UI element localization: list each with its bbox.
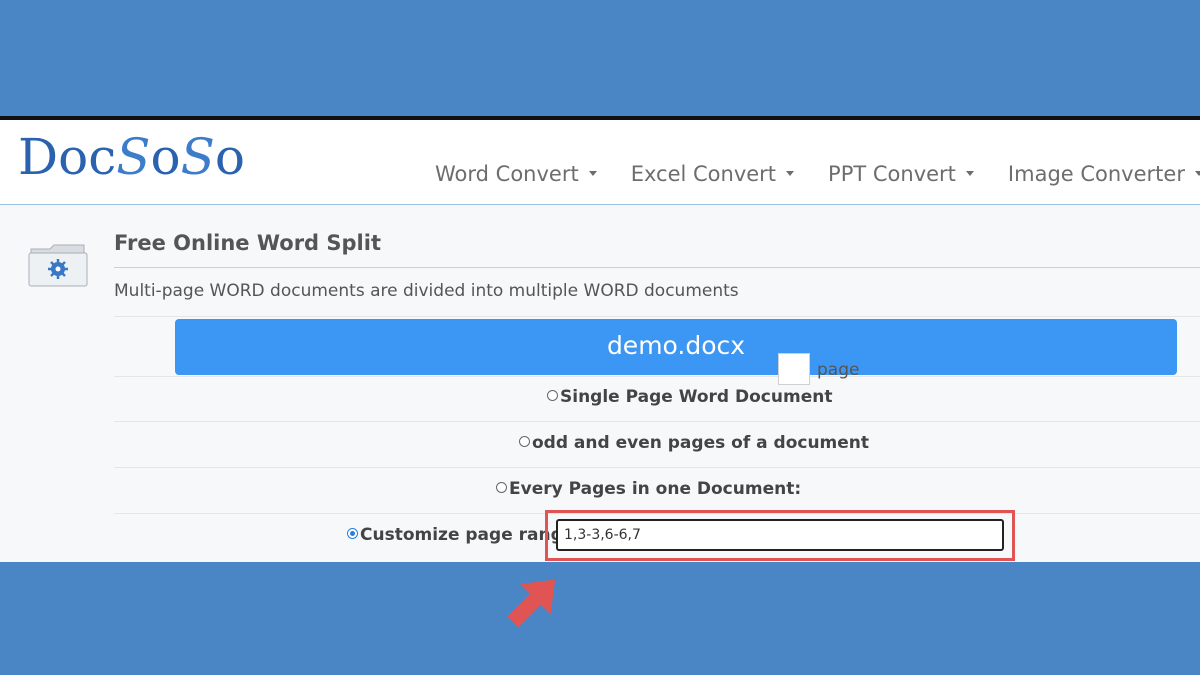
nav-label: Excel Convert [630,162,777,186]
logo-part: Doc [18,128,117,186]
title-divider [114,267,1200,268]
option-odd-even[interactable]: odd and even pages of a document [519,433,869,453]
row-divider [114,316,1200,317]
caret-down-icon [786,170,795,176]
docsoso-logo[interactable]: DocSoSo [18,126,245,188]
nav-label: Image Converter [1007,162,1185,186]
logo-part: S [116,128,151,186]
nav-label: PPT Convert [828,162,956,186]
option-label: Single Page Word Document [560,387,833,407]
logo-part: S [180,128,215,186]
option-label: Every Pages in one Document: [509,479,802,499]
row-divider [114,376,1200,377]
main-nav: Word Convert Excel Convert PPT Convert I… [435,162,1200,186]
caret-down-icon [1194,170,1200,176]
page-description: Multi-page WORD documents are divided in… [114,281,739,301]
radio-button[interactable] [496,481,507,493]
pointer-arrow-icon [507,579,556,628]
main-content: Free Online Word Split Multi-page WORD d… [0,205,1200,562]
radio-button-selected[interactable] [347,527,358,539]
pages-per-document-input[interactable] [778,353,810,385]
page-title: Free Online Word Split [114,231,381,255]
radio-button[interactable] [547,389,558,401]
browser-screen: DocSoSo Word Convert Excel Convert PPT C… [0,120,1200,562]
settings-folder-icon [28,244,88,287]
nav-image-converter[interactable]: Image Converter [1008,162,1200,186]
caret-down-icon [588,170,597,176]
option-custom-range[interactable]: Customize page range [347,525,574,545]
logo-part: o [214,128,245,186]
caret-down-icon [965,170,974,176]
page-suffix-label: page [817,360,860,380]
row-divider [114,421,1200,422]
radio-button[interactable] [519,435,530,447]
option-label: Customize page range [360,525,575,545]
option-single-page[interactable]: Single Page Word Document [547,387,832,407]
selected-file-bar[interactable]: demo.docx [175,319,1177,375]
option-every-pages[interactable]: Every Pages in one Document: [496,479,801,499]
highlight-annotation-box [545,510,1015,561]
logo-part: o [150,128,181,186]
row-divider [114,467,1200,468]
nav-label: Word Convert [435,162,579,186]
nav-ppt-convert[interactable]: PPT Convert [828,162,974,186]
nav-word-convert[interactable]: Word Convert [435,162,597,186]
option-label: odd and even pages of a document [532,433,870,453]
nav-excel-convert[interactable]: Excel Convert [630,162,795,186]
